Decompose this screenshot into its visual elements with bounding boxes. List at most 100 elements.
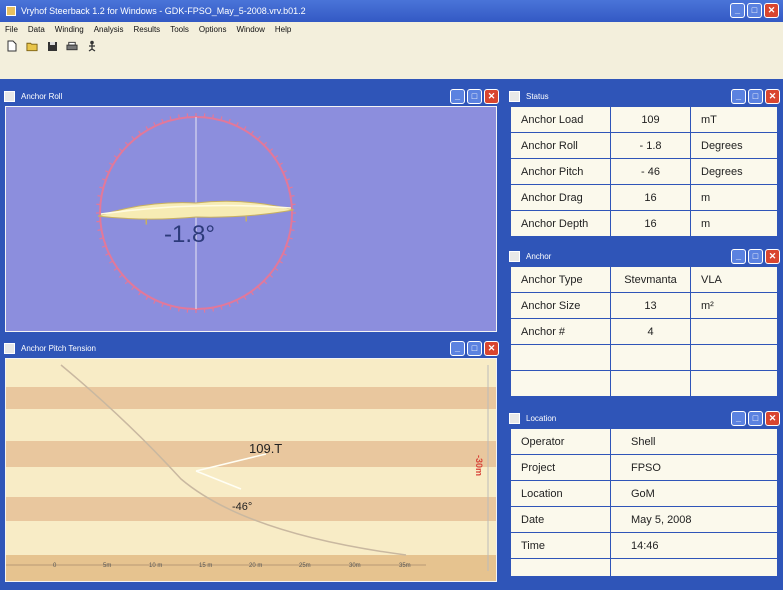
- menu-help[interactable]: Help: [275, 25, 291, 34]
- row-value: 14:46: [610, 532, 778, 559]
- maximize-button[interactable]: □: [467, 89, 482, 104]
- row-label: Anchor Type: [510, 266, 611, 293]
- menu-winding[interactable]: Winding: [55, 25, 84, 34]
- depth-scale-label: -30m: [474, 455, 484, 477]
- minimize-button[interactable]: _: [730, 3, 745, 18]
- row-value: FPSO: [610, 454, 778, 481]
- row-value: 16: [610, 210, 691, 237]
- dial-tick: [153, 299, 156, 304]
- anchor-panel: Anchor _ □ ✕ Anchor Type Stevmanta VLA Anc…: [505, 246, 783, 404]
- close-button[interactable]: ✕: [764, 3, 779, 18]
- x-axis-ticks: 0 5m 10 m 15 m 20 m 25m 30m 35m: [6, 563, 426, 575]
- save-icon[interactable]: [46, 40, 58, 52]
- table-row: Location GoM: [510, 480, 778, 507]
- minimize-button[interactable]: _: [450, 341, 465, 356]
- maximize-button[interactable]: □: [748, 411, 763, 426]
- row-value: [610, 344, 691, 371]
- row-label: Anchor Pitch: [510, 158, 611, 185]
- pitch-tension-view: 109.T -46° -30m 0 5m 10 m 15 m 20 m 25m …: [5, 358, 497, 582]
- dial-tick: [274, 155, 279, 159]
- row-label: [510, 558, 611, 577]
- table-row: Date May 5, 2008: [510, 506, 778, 533]
- pitch-tension-panel: Anchor Pitch Tension _ □ ✕ 109.T -46° -3…: [0, 338, 502, 586]
- dial-tick: [131, 136, 135, 140]
- soil-layers: [6, 359, 496, 581]
- panel-title: Status: [526, 91, 549, 101]
- table-row: Operator Shell: [510, 428, 778, 455]
- dial-tick: [257, 136, 261, 140]
- toolbar: [0, 36, 783, 82]
- minimize-button[interactable]: _: [731, 411, 746, 426]
- table-row: [510, 344, 778, 371]
- minimize-button[interactable]: _: [731, 89, 746, 104]
- dial-tick: [212, 307, 214, 312]
- maximize-button[interactable]: □: [748, 89, 763, 104]
- table-row: Anchor Pitch - 46 Degrees: [510, 158, 778, 185]
- new-file-icon[interactable]: [6, 40, 18, 52]
- close-button[interactable]: ✕: [765, 89, 780, 104]
- app-title: Vryhof Steerback 1.2 for Windows - GDK-F…: [21, 6, 306, 16]
- dial-tick: [250, 130, 254, 135]
- minimize-button[interactable]: _: [450, 89, 465, 104]
- x-tick: 20 m: [249, 563, 263, 569]
- table-row: [510, 558, 778, 577]
- row-value: [610, 370, 691, 397]
- menu-data[interactable]: Data: [28, 25, 45, 34]
- row-unit: [690, 370, 778, 397]
- dial-tick: [138, 130, 142, 135]
- anchor-table-wrap: Anchor Type Stevmanta VLA Anchor Size 13 m² …: [510, 266, 778, 402]
- table-row: Anchor Load 109 mT: [510, 106, 778, 133]
- status-table-wrap: Anchor Load 109 mT Anchor Roll - 1.8 Degrees…: [510, 106, 778, 240]
- row-unit: m: [690, 184, 778, 211]
- panel-title: Anchor Pitch Tension: [21, 343, 97, 353]
- row-label: Time: [510, 532, 611, 559]
- dial-tick: [282, 170, 287, 173]
- dial-tick: [105, 170, 110, 173]
- app-title-bar: Vryhof Steerback 1.2 for Windows - GDK-F…: [0, 0, 783, 22]
- menu-tools[interactable]: Tools: [170, 25, 189, 34]
- row-label: [510, 344, 611, 371]
- status-table: Anchor Load 109 mT Anchor Roll - 1.8 Degrees…: [510, 106, 778, 237]
- row-unit: [690, 344, 778, 371]
- row-value: 4: [610, 318, 691, 345]
- maximize-button[interactable]: □: [748, 249, 763, 264]
- panel-icon: [509, 250, 520, 262]
- dial-tick: [124, 280, 129, 285]
- x-tick: 10 m: [149, 563, 163, 569]
- minimize-button[interactable]: _: [731, 249, 746, 264]
- close-button[interactable]: ✕: [484, 341, 499, 356]
- dial-tick: [119, 148, 123, 152]
- dial-tick: [263, 141, 268, 146]
- menu-window[interactable]: Window: [236, 25, 264, 34]
- close-button[interactable]: ✕: [765, 411, 780, 426]
- anchor-person-icon[interactable]: [86, 40, 98, 52]
- menu-options[interactable]: Options: [199, 25, 227, 34]
- table-row: Anchor Drag 16 m: [510, 184, 778, 211]
- menu-analysis[interactable]: Analysis: [94, 25, 124, 34]
- close-button[interactable]: ✕: [765, 249, 780, 264]
- print-icon[interactable]: [66, 40, 78, 52]
- dial-tick: [290, 229, 295, 231]
- row-label: [510, 370, 611, 397]
- anchor-roll-panel: Anchor Roll _ □ ✕ -1.8°: [0, 86, 502, 336]
- close-button[interactable]: ✕: [484, 89, 499, 104]
- table-row: Time 14:46: [510, 532, 778, 559]
- dial-tick: [97, 229, 102, 231]
- row-label: Date: [510, 506, 611, 533]
- menu-file[interactable]: File: [5, 25, 18, 34]
- panel-title: Location: [526, 413, 557, 423]
- location-title-bar: Location _ □ ✕: [505, 408, 783, 428]
- row-value: 16: [610, 184, 691, 211]
- menu-results[interactable]: Results: [134, 25, 161, 34]
- anchor-roll-title-bar: Anchor Roll _ □ ✕: [0, 86, 502, 106]
- row-value: Stevmanta: [610, 266, 691, 293]
- dial-tick: [153, 122, 156, 127]
- maximize-button[interactable]: □: [747, 3, 762, 18]
- row-label: Anchor Load: [510, 106, 611, 133]
- row-value: GoM: [610, 480, 778, 507]
- x-tick: 35m: [399, 563, 411, 569]
- maximize-button[interactable]: □: [467, 341, 482, 356]
- open-folder-icon[interactable]: [26, 40, 38, 52]
- dial-tick: [269, 274, 273, 278]
- row-label: Project: [510, 454, 611, 481]
